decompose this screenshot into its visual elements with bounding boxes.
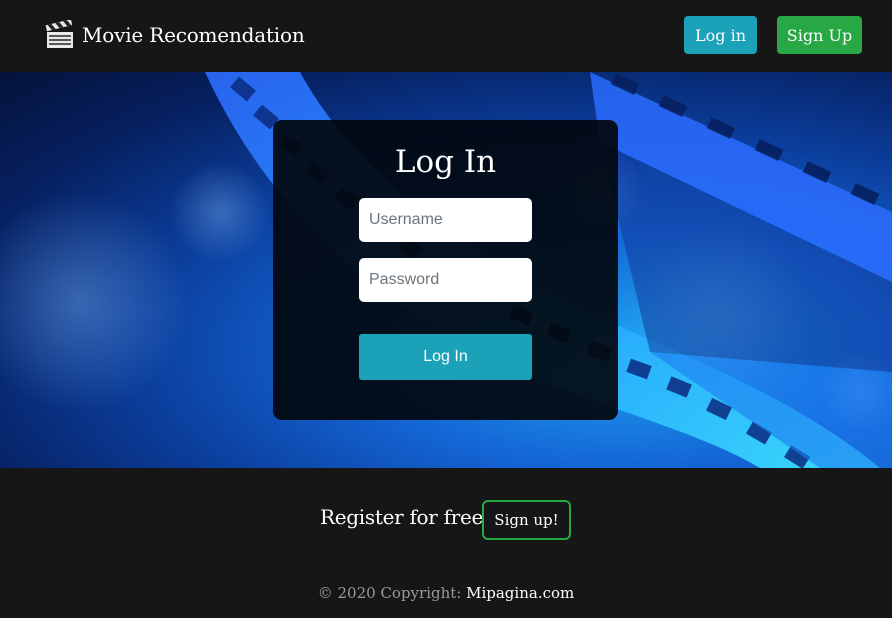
register-text: Register for free xyxy=(320,505,484,529)
username-input[interactable] xyxy=(359,198,532,242)
navbar: Movie Recomendation Log in Sign Up xyxy=(0,0,892,72)
brand-title: Movie Recomendation xyxy=(82,23,305,47)
password-input[interactable] xyxy=(359,258,532,302)
clapperboard-icon xyxy=(45,19,75,50)
copyright-link[interactable]: Mipagina.com xyxy=(466,584,574,602)
login-submit-button[interactable]: Log In xyxy=(359,334,532,380)
login-title: Log In xyxy=(394,144,497,180)
login-card: Log In Log In xyxy=(273,120,618,420)
copyright: © 2020 Copyright: Mipagina.com xyxy=(0,584,892,602)
footer: Register for free Sign up! © 2020 Copyri… xyxy=(0,468,892,618)
register-signup-button[interactable]: Sign up! xyxy=(482,500,571,540)
login-button[interactable]: Log in xyxy=(684,16,757,54)
copyright-text: © 2020 Copyright: xyxy=(317,584,467,602)
signup-button[interactable]: Sign Up xyxy=(777,16,862,54)
brand[interactable]: Movie Recomendation xyxy=(45,19,305,50)
hero-banner: Log In Log In xyxy=(0,72,892,468)
